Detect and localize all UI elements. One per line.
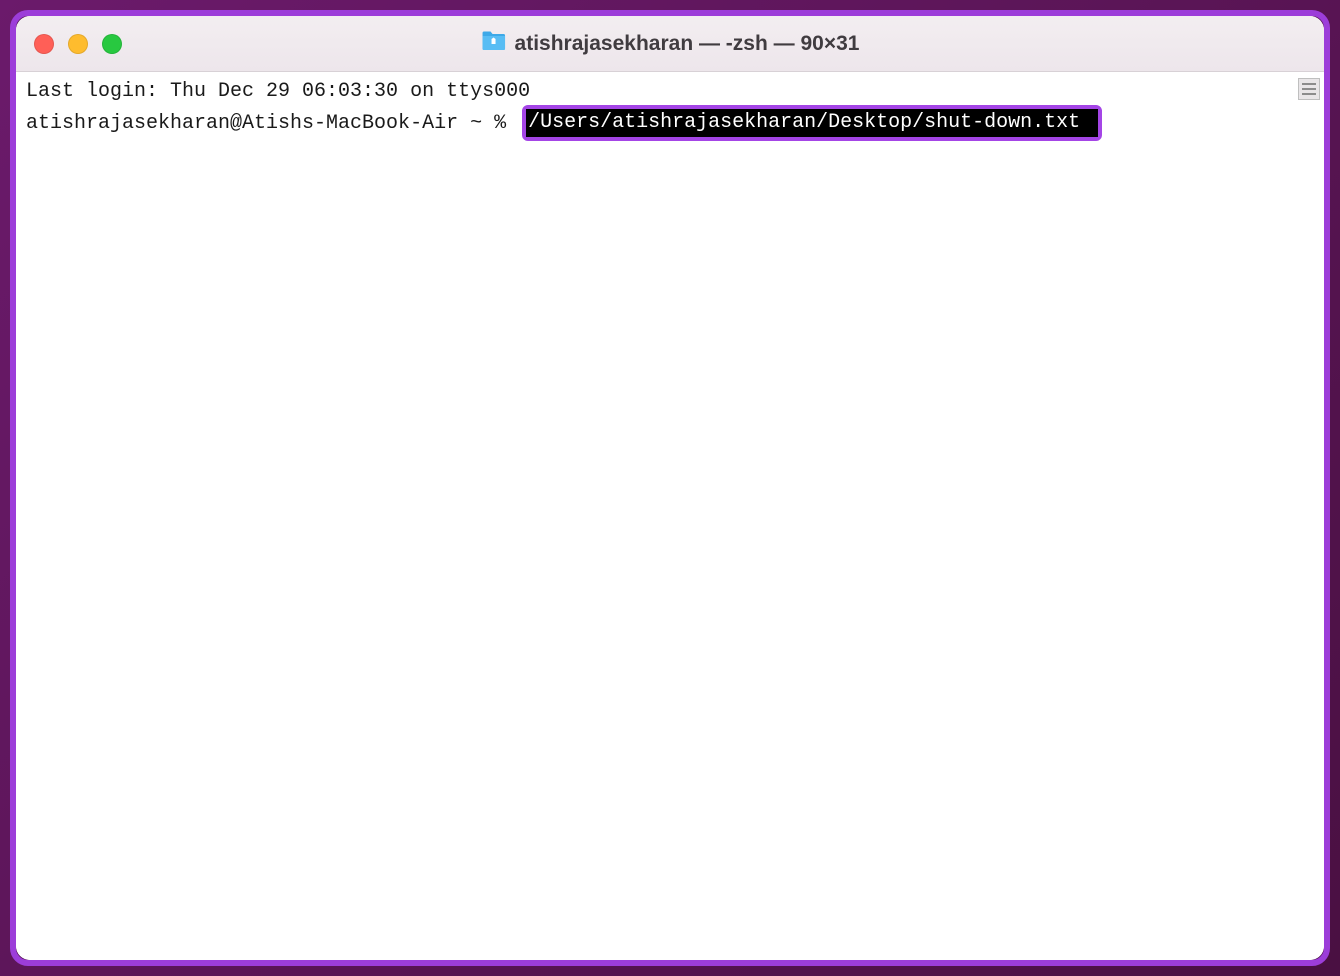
window-titlebar[interactable]: atishrajasekharan — -zsh — 90×31	[16, 16, 1324, 72]
minimize-button[interactable]	[68, 34, 88, 54]
maximize-button[interactable]	[102, 34, 122, 54]
window-title: atishrajasekharan — -zsh — 90×31	[481, 30, 860, 58]
prompt-line: atishrajasekharan@Atishs-MacBook-Air ~ %…	[26, 105, 1314, 141]
close-button[interactable]	[34, 34, 54, 54]
folder-icon	[481, 30, 507, 58]
last-login-line: Last login: Thu Dec 29 06:03:30 on ttys0…	[26, 78, 1314, 105]
terminal-content-area[interactable]: Last login: Thu Dec 29 06:03:30 on ttys0…	[16, 72, 1324, 960]
outer-decorative-frame: atishrajasekharan — -zsh — 90×31 Last lo…	[10, 10, 1330, 966]
highlight-annotation: /Users/atishrajasekharan/Desktop/shut-do…	[522, 105, 1102, 141]
terminal-window: atishrajasekharan — -zsh — 90×31 Last lo…	[16, 16, 1324, 960]
shell-prompt: atishrajasekharan@Atishs-MacBook-Air ~ %	[26, 110, 518, 137]
scroll-indicator-icon[interactable]	[1298, 78, 1320, 100]
window-title-text: atishrajasekharan — -zsh — 90×31	[515, 32, 860, 56]
command-input-path[interactable]: /Users/atishrajasekharan/Desktop/shut-do…	[526, 109, 1098, 137]
traffic-lights	[34, 34, 122, 54]
